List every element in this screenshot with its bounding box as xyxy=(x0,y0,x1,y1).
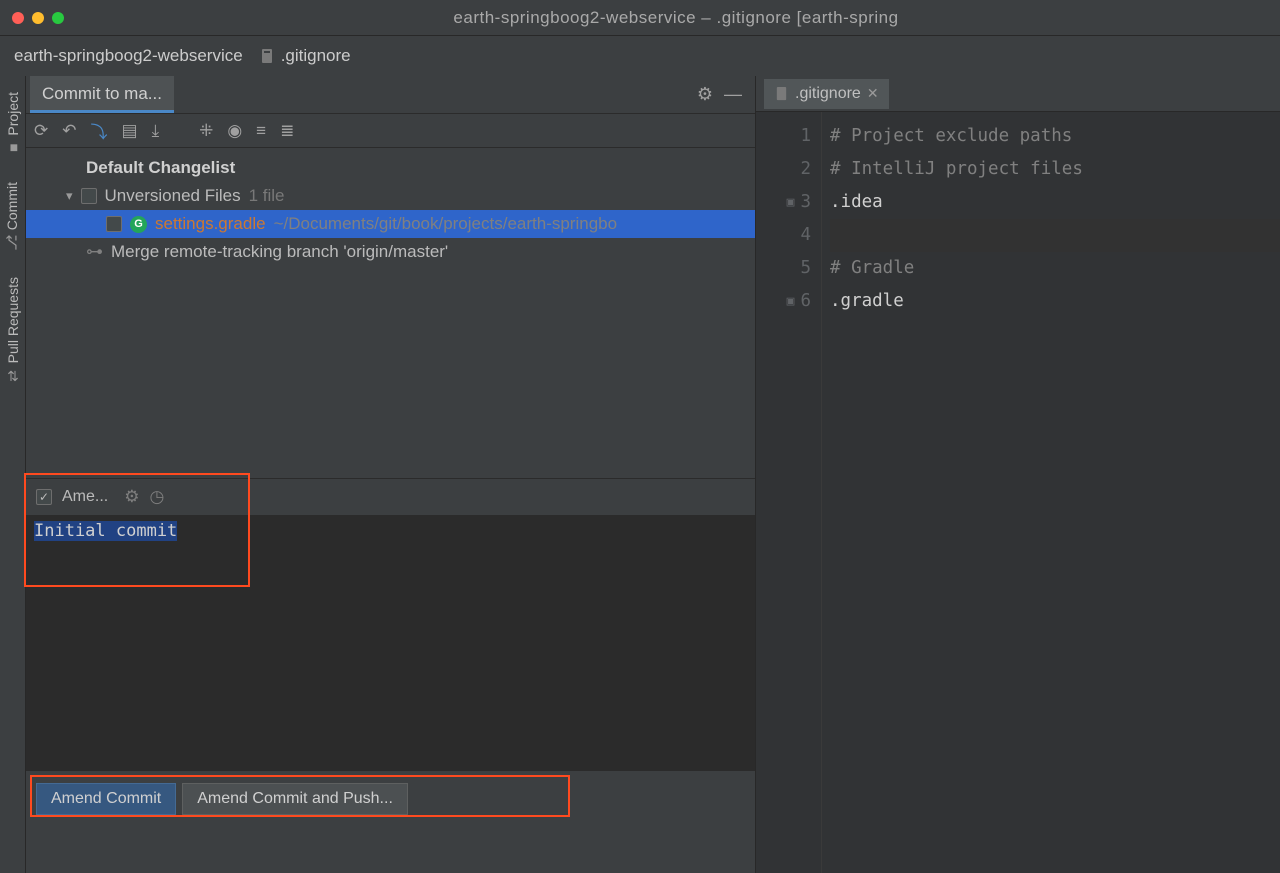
file-icon xyxy=(259,48,275,64)
close-window-button[interactable] xyxy=(12,12,24,24)
code-line: # Gradle xyxy=(830,252,1280,285)
minimize-panel-icon[interactable]: — xyxy=(719,84,747,105)
chevron-down-icon[interactable]: ▾ xyxy=(66,188,73,204)
tool-tab-pull-requests[interactable]: ⇄ Pull Requests xyxy=(3,267,23,394)
amend-checkbox[interactable]: ✓ xyxy=(36,489,52,505)
expand-icon[interactable]: ≡ xyxy=(256,121,266,141)
amend-commit-push-button[interactable]: Amend Commit and Push... xyxy=(182,783,408,815)
file-path: ~/Documents/git/book/projects/earth-spri… xyxy=(274,214,618,234)
changelist-icon[interactable]: ▤ xyxy=(122,121,138,141)
close-tab-icon[interactable]: ✕ xyxy=(867,85,879,102)
editor-tab-gitignore[interactable]: .gitignore ✕ xyxy=(764,79,889,109)
commit-message-text: Initial commit xyxy=(34,521,177,541)
code-line xyxy=(830,219,1280,252)
changelist-label: Default Changelist xyxy=(86,158,235,178)
tool-tab-project[interactable]: ■ Project xyxy=(3,82,23,166)
editor-tabs: .gitignore ✕ xyxy=(756,76,1280,112)
breadcrumb-file-label: .gitignore xyxy=(281,46,351,66)
editor-body[interactable]: 1 2 ▣3 4 5 ▣6 # Project exclude paths # … xyxy=(756,112,1280,873)
commit-message-area: ✓ Ame... ⚙ ◷ Initial commit xyxy=(26,478,755,771)
changes-tree: Default Changelist ▾ Unversioned Files 1… xyxy=(26,148,755,272)
commit-buttons-row: Amend Commit Amend Commit and Push... xyxy=(26,771,755,827)
unversioned-count: 1 file xyxy=(249,186,285,206)
history-icon[interactable]: ◷ xyxy=(149,487,164,507)
code-line: # IntelliJ project files xyxy=(830,153,1280,186)
window-controls xyxy=(12,12,64,24)
preview-icon[interactable]: ◉ xyxy=(227,121,242,141)
merge-icon: ⊶ xyxy=(86,242,103,262)
minimize-window-button[interactable] xyxy=(32,12,44,24)
refresh-icon[interactable]: ⟳ xyxy=(34,121,48,141)
file-icon xyxy=(774,86,789,101)
amend-commit-label: Amend Commit xyxy=(51,790,161,807)
file-row[interactable]: G settings.gradle ~/Documents/git/book/p… xyxy=(26,210,755,238)
fold-icon[interactable]: ▣ xyxy=(787,186,795,219)
line-number: ▣3 xyxy=(756,186,811,219)
commit-toolbar: ⟳ ↶ ⤵ ▤ ⤓ ⁜ ◉ ≡ ≣ xyxy=(26,114,755,148)
line-number: 2 xyxy=(756,153,811,186)
code-line: .idea xyxy=(830,186,1280,219)
amend-commit-button[interactable]: Amend Commit xyxy=(36,783,176,815)
tool-tab-project-label: Project xyxy=(5,92,21,136)
navigation-bar: earth-springboog2-webservice .gitignore xyxy=(0,36,1280,76)
commit-icon: ⎇ xyxy=(4,234,21,250)
changelist-row[interactable]: Default Changelist xyxy=(26,154,755,182)
file-name: settings.gradle xyxy=(155,214,266,234)
commit-tab-label: Commit to ma... xyxy=(42,84,162,103)
unversioned-checkbox[interactable] xyxy=(81,188,97,204)
tool-tab-pr-label: Pull Requests xyxy=(5,277,21,363)
amend-row: ✓ Ame... ⚙ ◷ xyxy=(26,479,755,515)
commit-panel-header: Commit to ma... ⚙ — xyxy=(26,76,755,114)
tool-tab-commit-label: Commit xyxy=(4,182,20,230)
breadcrumb-project[interactable]: earth-springboog2-webservice xyxy=(14,46,243,66)
merge-label: Merge remote-tracking branch 'origin/mas… xyxy=(111,242,448,262)
line-number: 5 xyxy=(756,252,811,285)
shelve-icon[interactable]: ⤓ xyxy=(152,121,160,141)
folder-icon: ■ xyxy=(5,143,21,151)
diff-icon[interactable]: ⤵ xyxy=(91,118,108,143)
commit-tool-window: Commit to ma... ⚙ — ⟳ ↶ ⤵ ▤ ⤓ ⁜ ◉ ≡ ≣ De… xyxy=(26,76,756,873)
amend-commit-push-label: Amend Commit and Push... xyxy=(197,790,393,807)
maximize-window-button[interactable] xyxy=(52,12,64,24)
editor-gutter: 1 2 ▣3 4 5 ▣6 xyxy=(756,112,822,873)
line-number: ▣6 xyxy=(756,285,811,318)
fold-icon[interactable]: ▣ xyxy=(787,285,795,318)
commit-message-input[interactable]: Initial commit xyxy=(26,515,755,771)
merge-commit-row[interactable]: ⊶ Merge remote-tracking branch 'origin/m… xyxy=(26,238,755,266)
breadcrumb-project-label: earth-springboog2-webservice xyxy=(14,46,243,66)
collapse-icon[interactable]: ≣ xyxy=(280,121,294,141)
line-number: 4 xyxy=(756,219,811,252)
line-number: 1 xyxy=(756,120,811,153)
editor-area: .gitignore ✕ 1 2 ▣3 4 5 ▣6 # Project exc… xyxy=(756,76,1280,873)
gradle-icon: G xyxy=(130,216,147,233)
code-area[interactable]: # Project exclude paths # IntelliJ proje… xyxy=(822,112,1280,873)
breadcrumb-file[interactable]: .gitignore xyxy=(259,46,351,66)
window-titlebar: earth-springboog2-webservice – .gitignor… xyxy=(0,0,1280,36)
code-line: # Project exclude paths xyxy=(830,120,1280,153)
commit-tab[interactable]: Commit to ma... xyxy=(30,76,174,113)
code-line: .gradle xyxy=(830,285,1280,318)
unversioned-row[interactable]: ▾ Unversioned Files 1 file xyxy=(26,182,755,210)
rollback-icon[interactable]: ↶ xyxy=(62,121,76,141)
group-icon[interactable]: ⁜ xyxy=(199,121,213,141)
amend-label: Ame... xyxy=(62,488,108,506)
window-title: earth-springboog2-webservice – .gitignor… xyxy=(84,8,1268,28)
unversioned-label: Unversioned Files xyxy=(105,186,241,206)
file-checkbox[interactable] xyxy=(106,216,122,232)
gear-icon[interactable]: ⚙ xyxy=(691,84,719,105)
tool-tab-commit[interactable]: ⎇ Commit xyxy=(2,172,22,261)
editor-tab-label: .gitignore xyxy=(795,85,861,103)
gear-icon[interactable]: ⚙ xyxy=(124,487,139,507)
pull-request-icon: ⇄ xyxy=(4,370,21,382)
tool-window-strip: ■ Project ⎇ Commit ⇄ Pull Requests xyxy=(0,76,26,873)
